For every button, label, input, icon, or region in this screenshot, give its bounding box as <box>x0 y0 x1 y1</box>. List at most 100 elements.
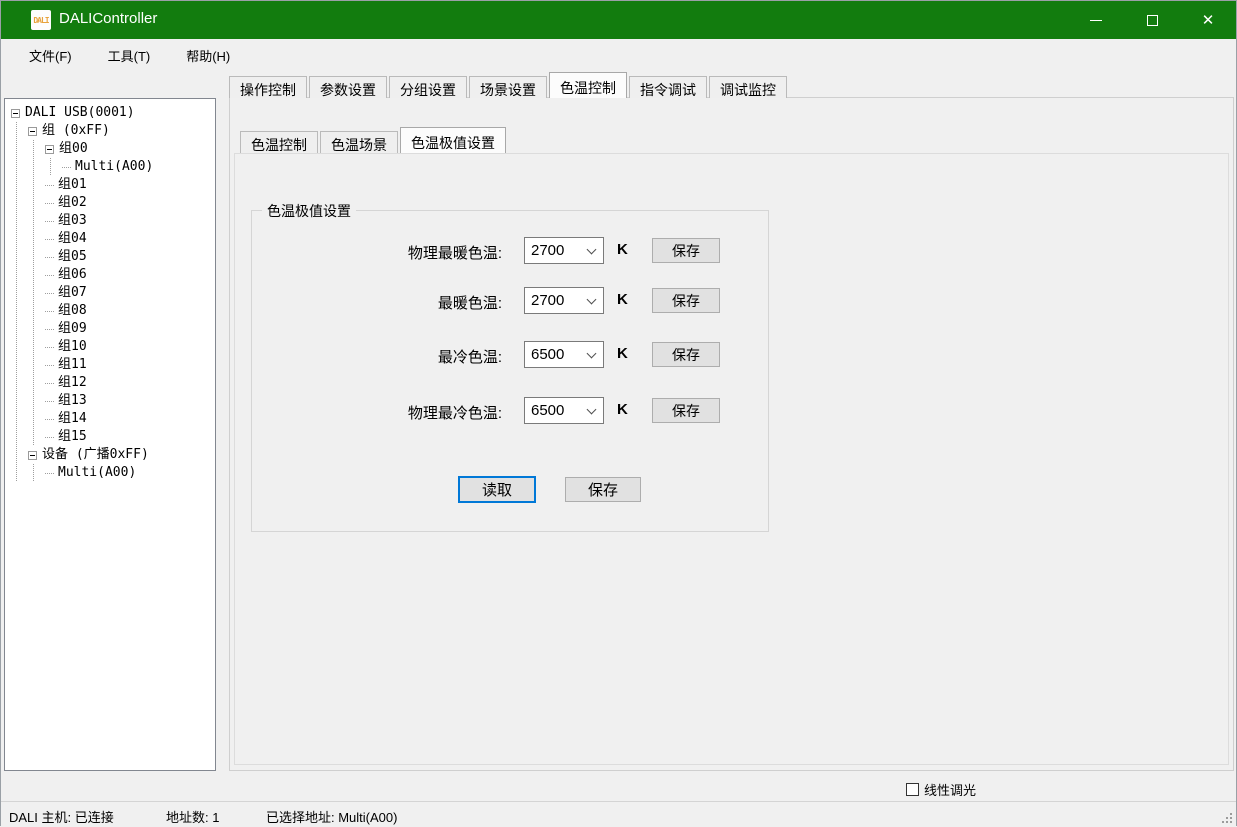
color-temp-combobox[interactable]: 2700 <box>524 287 604 314</box>
app-window: DALI DALIController ✕ 文件(F)工具(T)帮助(H) DA… <box>0 0 1237 826</box>
tree-guide-line <box>11 158 28 176</box>
linear-dimming-checkbox[interactable] <box>906 783 919 796</box>
tree-item[interactable]: Multi(A00) <box>5 158 215 176</box>
tab-sub-3[interactable]: 色温极值设置 <box>400 127 506 153</box>
color-temp-combobox[interactable]: 6500 <box>524 341 604 368</box>
tab-main-3[interactable]: 分组设置 <box>389 76 467 98</box>
tree-item[interactable]: 组09 <box>5 320 215 338</box>
chevron-down-icon <box>587 245 597 255</box>
tab-sub-2[interactable]: 色温场景 <box>320 131 398 153</box>
tree-guide-line <box>28 320 45 338</box>
tree-guide-line <box>11 338 28 356</box>
tree-item[interactable]: DALI USB(0001) <box>5 104 215 122</box>
minus-glyph <box>13 113 18 114</box>
tab-sub-1[interactable]: 色温控制 <box>240 131 318 153</box>
tree-guide-line <box>11 464 28 482</box>
collapse-icon[interactable] <box>28 451 37 460</box>
tree-item-label: 组14 <box>58 410 87 428</box>
tab-main-7[interactable]: 调试监控 <box>709 76 787 98</box>
tree-item[interactable]: 组03 <box>5 212 215 230</box>
collapse-icon[interactable] <box>28 127 37 136</box>
tab-main-4[interactable]: 场景设置 <box>469 76 547 98</box>
menu-item-2[interactable]: 工具(T) <box>94 42 165 69</box>
tree-item[interactable]: 组07 <box>5 284 215 302</box>
minus-glyph <box>30 455 35 456</box>
groupbox-title: 色温极值设置 <box>262 201 356 221</box>
tab-main-5[interactable]: 色温控制 <box>549 72 627 98</box>
row-save-button[interactable]: 保存 <box>652 342 720 367</box>
tree-item-label: 组11 <box>58 356 87 374</box>
tree-guide-line <box>11 194 28 212</box>
tree-guide-line <box>28 194 45 212</box>
tree-guide-line <box>28 428 45 446</box>
tree-guide-line <box>28 410 45 428</box>
unit-label: K <box>617 241 628 258</box>
status-selected-address: 已选择地址: Multi(A00) <box>266 807 397 826</box>
menu-bar: 文件(F) 工具(T) 帮助(H) <box>1 39 1236 71</box>
tree-item-label: Multi(A00) <box>75 158 153 176</box>
row-save-button[interactable]: 保存 <box>652 398 720 423</box>
tree-branch-line <box>45 401 55 402</box>
tree-guide-line <box>11 410 28 428</box>
minimize-button[interactable] <box>1068 1 1124 39</box>
tree-guide-line <box>11 248 28 266</box>
save-all-button[interactable]: 保存 <box>565 477 641 502</box>
minus-glyph <box>47 149 52 150</box>
tree-guide-line <box>11 212 28 230</box>
tree-item[interactable]: 组15 <box>5 428 215 446</box>
resize-grip[interactable] <box>1220 811 1232 823</box>
close-button[interactable]: ✕ <box>1180 1 1236 39</box>
tree-item[interactable]: 组10 <box>5 338 215 356</box>
tree-guide-line <box>28 158 45 176</box>
tree-guide-line <box>11 266 28 284</box>
tree-guide-line <box>28 140 45 158</box>
tree-guide-line <box>11 428 28 446</box>
tree-item[interactable]: 组08 <box>5 302 215 320</box>
tree-branch-line <box>45 275 55 276</box>
unit-label: K <box>617 401 628 418</box>
sub-tab-strip: 色温控制色温场景色温极值设置 <box>240 129 508 153</box>
tree-item[interactable]: 组 (0xFF) <box>5 122 215 140</box>
tree-guide-line <box>28 176 45 194</box>
tree-branch-line <box>45 293 55 294</box>
tree-guide-line <box>28 338 45 356</box>
linear-dimming-label: 线性调光 <box>924 780 976 799</box>
collapse-icon[interactable] <box>11 109 20 118</box>
tree-item[interactable]: 组14 <box>5 410 215 428</box>
combobox-value: 2700 <box>531 242 564 259</box>
menu-item-1[interactable]: 文件(F) <box>15 42 86 69</box>
field-label: 最冷色温: <box>282 346 502 367</box>
tree-item[interactable]: 组11 <box>5 356 215 374</box>
tree-item-label: 组 (0xFF) <box>42 122 110 140</box>
tab-main-2[interactable]: 参数设置 <box>309 76 387 98</box>
tree-item[interactable]: 组04 <box>5 230 215 248</box>
maximize-button[interactable] <box>1124 1 1180 39</box>
tree-item[interactable]: 组13 <box>5 392 215 410</box>
tree-branch-line <box>45 437 55 438</box>
row-save-button[interactable]: 保存 <box>652 238 720 263</box>
tree-item[interactable]: 组12 <box>5 374 215 392</box>
read-button[interactable]: 读取 <box>458 476 536 503</box>
color-temp-combobox[interactable]: 2700 <box>524 237 604 264</box>
tree-item[interactable]: 设备 (广播0xFF) <box>5 446 215 464</box>
tree-item-label: 组10 <box>58 338 87 356</box>
minimize-icon <box>1090 20 1102 21</box>
tab-main-6[interactable]: 指令调试 <box>629 76 707 98</box>
row-save-button[interactable]: 保存 <box>652 288 720 313</box>
tree-item-label: 组07 <box>58 284 87 302</box>
tree-guide-line <box>28 248 45 266</box>
tree-item[interactable]: 组05 <box>5 248 215 266</box>
form-row: 最冷色温:6500K保存 <box>252 341 768 369</box>
collapse-icon[interactable] <box>45 145 54 154</box>
tree-item[interactable]: 组00 <box>5 140 215 158</box>
color-temp-combobox[interactable]: 6500 <box>524 397 604 424</box>
tree-item[interactable]: 组02 <box>5 194 215 212</box>
tree-item[interactable]: 组06 <box>5 266 215 284</box>
tree-item[interactable]: Multi(A00) <box>5 464 215 482</box>
menu-item-3[interactable]: 帮助(H) <box>172 42 244 69</box>
tab-main-1[interactable]: 操作控制 <box>229 76 307 98</box>
tree-item-label: 设备 (广播0xFF) <box>42 446 149 464</box>
tree-guide-line <box>28 302 45 320</box>
tree-item-label: 组15 <box>58 428 87 446</box>
tree-item[interactable]: 组01 <box>5 176 215 194</box>
